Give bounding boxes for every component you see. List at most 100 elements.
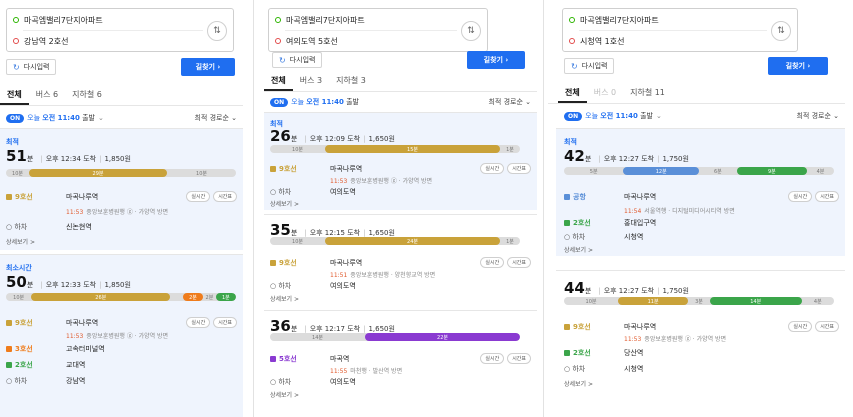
tab-subway[interactable]: 지하철 11 — [623, 87, 672, 103]
route-step: 9호선 마곡나루역 실시간 시간표 — [270, 257, 531, 268]
tab-bus[interactable]: 버스 0 — [587, 87, 623, 103]
timetable-button[interactable]: 시간표 — [507, 257, 531, 268]
route-timeline: 10분 24분 1분 — [270, 237, 520, 245]
transit-segment: 11분 — [618, 297, 689, 305]
sort-dropdown[interactable]: 최적 경로순 ⌄ — [796, 111, 839, 121]
route-timeline: 5분 12분 6분 9분 4분 — [564, 167, 834, 175]
realtime-button[interactable]: 실시간 — [788, 191, 813, 202]
transit-segment: 15분 — [325, 145, 500, 153]
train-icon — [6, 319, 12, 326]
route-card[interactable]: 44 분 | 오후 12:27 도착 | 1,750원 10분 11분 3분 14분 4분 9호선… — [556, 270, 845, 400]
detail-link[interactable]: 상세보기 > — [564, 379, 593, 388]
timetable-button[interactable]: 시간표 — [213, 191, 237, 202]
sort-dropdown[interactable]: 최적 경로순 ⌄ — [488, 97, 531, 107]
walk-segment: 10분 — [13, 294, 25, 301]
walk-segment: 2분 — [205, 294, 214, 301]
origin-field[interactable]: 마곡엠밸리7단지아파트 — [569, 14, 659, 26]
realtime-toggle[interactable]: ON — [6, 113, 25, 123]
walk-segment: 5분 — [589, 168, 598, 175]
route-card[interactable]: 최적 26 분 | 오후 12:09 도착 | 1,650원 10분 15분 1분 9호선 마곡… — [264, 112, 537, 210]
walk-segment: 4분 — [813, 298, 822, 305]
realtime-button[interactable]: 실시간 — [186, 191, 211, 202]
realtime-button[interactable]: 실시간 — [480, 163, 505, 174]
tab-bus[interactable]: 버스 3 — [293, 75, 329, 91]
route-timeline: 10분 15분 1분 — [270, 145, 520, 153]
walk-segment: 10분 — [585, 298, 597, 305]
detail-link[interactable]: 상세보기 > — [270, 199, 299, 208]
route-timeline: 14분 22분 — [270, 333, 520, 341]
realtime-button[interactable]: 실시간 — [480, 257, 505, 268]
train-arrival: 11:53 중앙보훈병원행 ⓖ · 가양역 방면 — [330, 178, 433, 185]
train-icon — [6, 193, 12, 200]
find-route-button[interactable]: 길찾기 › — [768, 57, 828, 75]
transport-tabs: 전체 버스 3 지하철 3 — [264, 74, 537, 92]
route-step: ○ 하차 강남역 — [6, 376, 86, 385]
timetable-button[interactable]: 시간표 — [815, 191, 839, 202]
detail-link[interactable]: 상세보기 > — [270, 294, 299, 303]
route-step: 9호선 마곡나루역 실시간 시간표 — [6, 317, 237, 328]
find-route-button[interactable]: 길찾기 › — [467, 51, 525, 69]
realtime-button[interactable]: 실시간 — [788, 321, 813, 332]
destination-field[interactable]: 강남역 2호선 — [13, 35, 68, 47]
realtime-toggle[interactable]: ON — [270, 97, 289, 107]
destination-field[interactable]: 시청역 1호선 — [569, 35, 624, 47]
walk-segment: 1분 — [506, 238, 514, 245]
route-panel-1: 마곡엠밸리7단지아파트 강남역 2호선 ⇅ ↻ 다시입력 길찾기 › 전체 버스 … — [0, 0, 243, 417]
route-card[interactable]: 35 분 | 오후 12:15 도착 | 1,650원 10분 24분 1분 9호선 마곡나루역… — [264, 214, 537, 306]
tab-subway[interactable]: 지하철 6 — [65, 89, 109, 105]
transit-segment: 26분 — [31, 293, 171, 301]
swap-icon[interactable]: ⇅ — [207, 21, 227, 41]
route-step: 3호선 고속터미널역 — [6, 343, 237, 354]
detail-link[interactable]: 상세보기 > — [270, 390, 299, 399]
departure-filter[interactable]: ON 오늘 오전 11:40 출발 최적 경로순 ⌄ — [264, 94, 537, 110]
reset-button[interactable]: ↻ 다시입력 — [564, 58, 615, 74]
line-label: 9호선 — [6, 192, 66, 202]
route-card[interactable]: 최적 51 분 | 오후 12:34 도착 | 1,850원 10분 29분 10분 9호선 마… — [0, 128, 243, 250]
tab-subway[interactable]: 지하철 3 — [329, 75, 373, 91]
realtime-toggle[interactable]: ON — [564, 111, 583, 121]
walk-segment: 3분 — [695, 298, 703, 305]
route-card[interactable]: 36 분 | 오후 12:17 도착 | 1,650원 14분 22분 5호선 마곡역 실시간 시… — [264, 310, 537, 417]
route-badge: 최적 — [6, 138, 19, 146]
tab-all[interactable]: 전체 — [558, 87, 587, 103]
origin-field[interactable]: 마곡엠밸리7단지아파트 — [13, 14, 103, 26]
detail-link[interactable]: 상세보기 > — [564, 245, 593, 254]
realtime-button[interactable]: 실시간 — [480, 353, 505, 364]
reset-button[interactable]: ↻ 다시입력 — [272, 52, 323, 68]
search-box: 마곡엠밸리7단지아파트 강남역 2호선 ⇅ — [6, 8, 234, 52]
field-divider — [579, 30, 767, 31]
train-icon — [564, 193, 570, 200]
timetable-button[interactable]: 시간표 — [815, 321, 839, 332]
walk-segment: 6분 — [714, 168, 722, 175]
chevron-down-icon: ⌄ — [655, 112, 662, 120]
origin-field[interactable]: 마곡엠밸리7단지아파트 — [275, 14, 365, 26]
field-divider — [285, 30, 457, 31]
origin-dot-icon — [275, 17, 281, 23]
departure-filter[interactable]: ON 오늘 오전 11:40 출발 ⌄ 최적 경로순 ⌄ — [0, 110, 243, 126]
route-card[interactable]: 최적 42 분 | 오후 12:27 도착 | 1,750원 5분 12분 6분 9분 4분 공항… — [556, 128, 845, 256]
route-card[interactable]: 최소시간 50 분 | 오후 12:33 도착 | 1,850원 10분 26분 2분 2분 1분… — [0, 254, 243, 417]
walk-segment: 10분 — [12, 170, 23, 177]
find-route-button[interactable]: 길찾기 › — [181, 58, 235, 76]
realtime-button[interactable]: 실시간 — [186, 317, 211, 328]
tab-all[interactable]: 전체 — [0, 89, 29, 105]
route-panel-2: 마곡엠밸리7단지아파트 여의도역 5호선 ⇅ ↻ 다시입력 길찾기 › 전체 버스… — [264, 0, 537, 417]
train-arrival: 11:53 중앙보훈병원행 ⓖ · 가양역 방면 — [66, 209, 169, 216]
route-step: 5호선 마곡역 실시간 시간표 — [270, 353, 531, 364]
route-badge: 최적 — [564, 138, 577, 146]
chevron-down-icon: ⌄ — [97, 114, 104, 122]
transit-segment: 9분 — [736, 167, 807, 175]
tab-bus[interactable]: 버스 6 — [29, 89, 65, 105]
sort-dropdown[interactable]: 최적 경로순 ⌄ — [194, 113, 237, 123]
swap-icon[interactable]: ⇅ — [461, 21, 481, 41]
tab-all[interactable]: 전체 — [264, 75, 293, 91]
departure-filter[interactable]: ON 오늘 오전 11:40 출발 ⌄ 최적 경로순 ⌄ — [548, 108, 845, 124]
timetable-button[interactable]: 시간표 — [507, 353, 531, 364]
destination-field[interactable]: 여의도역 5호선 — [275, 35, 338, 47]
transit-segment: 29분 — [29, 169, 167, 177]
reset-button[interactable]: ↻ 다시입력 — [6, 59, 57, 75]
timetable-button[interactable]: 시간표 — [507, 163, 531, 174]
timetable-button[interactable]: 시간표 — [213, 317, 237, 328]
detail-link[interactable]: 상세보기 > — [6, 237, 35, 246]
swap-icon[interactable]: ⇅ — [771, 21, 791, 41]
